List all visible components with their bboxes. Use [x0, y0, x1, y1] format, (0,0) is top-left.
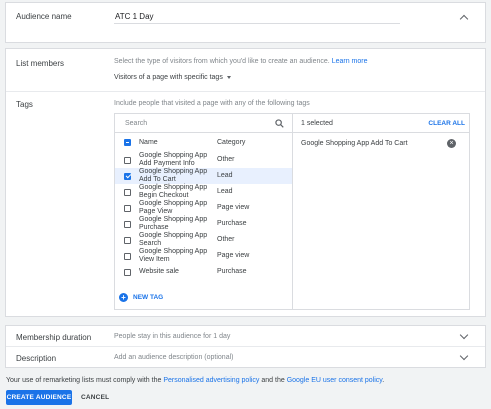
tag-name: Google Shopping App Add Payment Info [139, 152, 208, 167]
tag-category: Purchase [217, 268, 247, 275]
tag-row[interactable]: Google Shopping App Page View Page view [115, 200, 292, 216]
remove-tag-icon[interactable]: × [447, 139, 456, 148]
list-members-hint-text: Select the type of visitors from which y… [114, 58, 330, 65]
expand-chevron-icon[interactable] [459, 351, 469, 361]
tag-search-placeholder: Search [125, 120, 148, 127]
tag-name: Google Shopping App View Item [139, 248, 208, 263]
create-audience-button[interactable]: CREATE AUDIENCE [6, 390, 72, 405]
new-tag-label: NEW TAG [133, 293, 164, 301]
policy-notice-mid: and the [261, 377, 285, 384]
tag-checkbox[interactable] [124, 204, 131, 212]
tag-picker: Search Name Category Google Shopping App… [114, 113, 470, 310]
audience-details-card: Membership duration People stay in this … [5, 325, 486, 368]
learn-more-link[interactable]: Learn more [332, 58, 368, 65]
selected-tag-chip: Google Shopping App Add To Cart × [293, 137, 469, 151]
membership-duration-label: Membership duration [16, 333, 92, 342]
tag-category: Lead [217, 172, 233, 179]
tag-category: Page view [217, 204, 250, 211]
tag-category: Other [217, 236, 235, 243]
add-circle-icon: + [119, 292, 128, 302]
tags-hint: Include people that visited a page with … [114, 100, 310, 107]
section-divider [6, 91, 485, 92]
tags-label: Tags [16, 100, 33, 109]
membership-duration-row[interactable]: Membership duration People stay in this … [6, 326, 485, 347]
audience-name-label: Audience name [16, 12, 72, 21]
tag-row[interactable]: Google Shopping App Search Other [115, 232, 292, 248]
tag-checkbox[interactable] [124, 236, 131, 244]
tag-category: Lead [217, 188, 233, 195]
description-label: Description [16, 354, 57, 363]
list-members-hint: Select the type of visitors from which y… [114, 58, 367, 65]
tag-checkbox[interactable] [124, 172, 131, 180]
tag-row[interactable]: Website sale Purchase [115, 264, 292, 280]
description-placeholder: Add an audience description (optional) [114, 354, 234, 361]
tag-name: Google Shopping App Add To Cart [139, 168, 208, 183]
list-members-label: List members [16, 59, 65, 68]
tag-checkbox[interactable] [124, 156, 131, 164]
description-row[interactable]: Description Add an audience description … [6, 347, 485, 368]
tag-name: Google Shopping App Purchase [139, 216, 208, 231]
membership-duration-value: People stay in this audience for 1 day [114, 333, 231, 340]
policy-notice-prefix: Your use of remarketing lists must compl… [6, 377, 162, 384]
tag-name: Google Shopping App Page View [139, 200, 208, 215]
search-icon [275, 119, 284, 128]
column-header-name: Name [139, 139, 158, 146]
cancel-button[interactable]: CANCEL [81, 394, 109, 401]
tag-row[interactable]: Google Shopping App Purchase Purchase [115, 216, 292, 232]
policy-notice-suffix: . [382, 377, 385, 384]
expand-chevron-icon[interactable] [459, 330, 469, 340]
new-tag-button[interactable]: + NEW TAG [119, 291, 163, 303]
audience-name-input[interactable] [114, 10, 400, 24]
select-all-checkbox[interactable] [124, 139, 131, 146]
policy-notice: Your use of remarketing lists must compl… [6, 377, 384, 384]
tag-table-header: Name Category [115, 134, 292, 152]
tag-name: Google Shopping App Search [139, 232, 208, 247]
selected-header: 1 selected CLEAR ALL [293, 114, 469, 133]
selected-count: 1 selected [301, 120, 333, 127]
eu-consent-policy-link[interactable]: Google EU user consent policy [287, 377, 383, 384]
audience-config-card: List members Select the type of visitors… [5, 48, 486, 317]
list-members-select[interactable]: Visitors of a page with specific tags [114, 70, 231, 84]
tag-name: Google Shopping App Begin Checkout [139, 184, 208, 199]
tag-category: Page view [217, 252, 250, 259]
tag-category: Other [217, 156, 235, 163]
tag-checkbox[interactable] [124, 252, 131, 260]
selected-tags-pane: 1 selected CLEAR ALL Google Shopping App… [293, 114, 469, 309]
tag-list-pane: Search Name Category Google Shopping App… [115, 114, 293, 309]
tag-search[interactable]: Search [115, 114, 292, 133]
dropdown-arrow-icon [226, 75, 231, 79]
tag-checkbox[interactable] [124, 220, 131, 228]
column-header-category: Category [217, 139, 246, 146]
tag-row[interactable]: Google Shopping App Add Payment Info Othe… [115, 152, 292, 168]
collapse-chevron-icon[interactable] [459, 14, 469, 24]
audience-name-card: Audience name [5, 2, 486, 43]
tag-category: Purchase [217, 220, 247, 227]
tag-checkbox[interactable] [124, 268, 131, 276]
clear-all-button[interactable]: CLEAR ALL [428, 120, 465, 127]
tag-row[interactable]: Google Shopping App View Item Page view [115, 248, 292, 264]
selected-tag-label: Google Shopping App Add To Cart [301, 140, 408, 147]
tag-checkbox[interactable] [124, 188, 131, 196]
tag-name: Website sale [139, 268, 179, 275]
list-members-select-value: Visitors of a page with specific tags [114, 73, 223, 81]
personalised-advertising-policy-link[interactable]: Personalised advertising policy [163, 377, 259, 384]
tag-row[interactable]: Google Shopping App Begin Checkout Lead [115, 184, 292, 200]
tag-row[interactable]: Google Shopping App Add To Cart Lead [115, 168, 292, 184]
